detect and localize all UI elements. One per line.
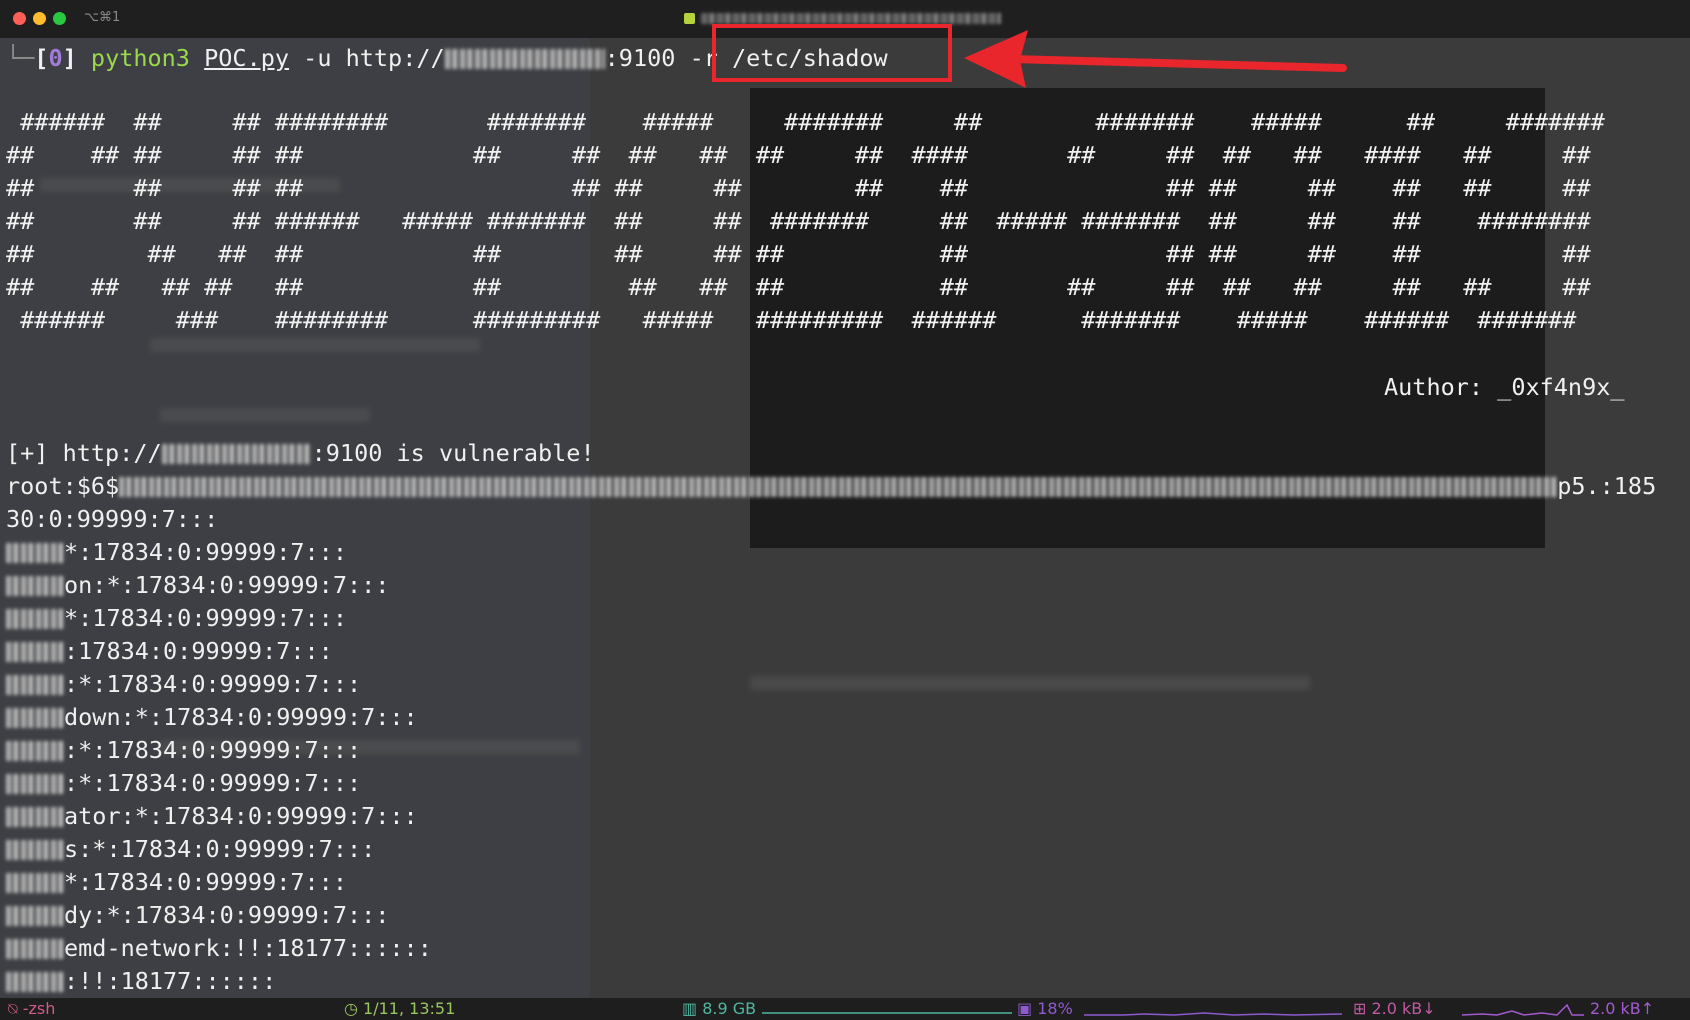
vuln-prefix: [+] http:// [6, 439, 162, 467]
command-file: POC.py [204, 44, 290, 72]
status-bar: ⍉ -zsh ◷ 1/11, 13:51 ▥ 8.9 GB ▣ 18% ⊞ 2.… [0, 998, 1690, 1020]
redacted-title [701, 12, 1001, 24]
status-cpu: ▣ 18% [1017, 999, 1073, 1018]
prompt-close-bracket: ] [62, 44, 77, 72]
status-net-down: ⊞ 2.0 kB↓ [1353, 999, 1436, 1018]
root-prefix: root:$6$ [6, 472, 120, 500]
status-time: ◷ 1/11, 13:51 [344, 999, 456, 1018]
shell-icon: ⍉ [8, 999, 23, 1018]
root-hash-line: root:$6$ p5.:185 [6, 472, 1656, 500]
prompt-branch: └─ [6, 44, 35, 72]
redacted-username [6, 741, 64, 761]
banner-line: ## ## ## ## ## ## ## ## ## ## ## ## ## #… [6, 273, 1591, 301]
window-shortcut: ⌥⌘1 [84, 10, 121, 25]
status-memory: ▥ 8.9 GB [682, 999, 757, 1018]
shadow-entry: :*:17834:0:99999:7::: [6, 769, 361, 797]
shadow-entry: s:*:17834:0:99999:7::: [6, 835, 375, 863]
banner-line: ###### ## ## ######## ####### ##### ####… [6, 108, 1605, 136]
cpu-icon: ▣ [1017, 999, 1038, 1018]
redacted-username [6, 840, 64, 860]
shadow-entry: :*:17834:0:99999:7::: [6, 736, 361, 764]
terminal-icon [684, 12, 695, 24]
shadow-entry: *:17834:0:99999:7::: [6, 538, 347, 566]
root-hash-continuation: 30:0:99999:7::: [6, 505, 219, 533]
highlight-box [712, 24, 952, 82]
shadow-entry: emd-network:!!:18177:::::: [6, 934, 432, 962]
redacted-ip [161, 444, 312, 464]
redacted-username [6, 576, 64, 596]
prompt-exit-code: 0 [48, 44, 63, 72]
redacted-username [6, 906, 64, 926]
author-credit: Author: _0xf4n9x_ [1384, 373, 1625, 401]
shadow-entry: :!!:18177:::::: [6, 967, 276, 995]
minimize-window-button[interactable] [33, 12, 46, 25]
redacted-hash [119, 477, 1558, 497]
zoom-window-button[interactable] [53, 12, 66, 25]
banner-line: ## ## ## ###### ##### ####### ## ## ####… [6, 207, 1591, 235]
shadow-entry: on:*:17834:0:99999:7::: [6, 571, 389, 599]
shadow-entry: down:*:17834:0:99999:7::: [6, 703, 418, 731]
redacted-username [6, 609, 64, 629]
prompt-open-bracket: [ [34, 44, 49, 72]
shadow-entry: :17834:0:99999:7::: [6, 637, 333, 665]
network-graph [1462, 1003, 1584, 1016]
shadow-entry: :*:17834:0:99999:7::: [6, 670, 361, 698]
redacted-username [6, 642, 64, 662]
clock-icon: ◷ [344, 999, 364, 1018]
redacted-username [6, 774, 64, 794]
shadow-entry: *:17834:0:99999:7::: [6, 604, 347, 632]
root-suffix: p5.:185 [1557, 472, 1657, 500]
cpu-graph [1084, 1012, 1342, 1016]
banner-line: ## ## ## ## ## ## ## ## ## ## ## ## ## #… [6, 174, 1591, 202]
shadow-entry: ator:*:17834:0:99999:7::: [6, 802, 418, 830]
close-window-button[interactable] [13, 12, 26, 25]
redacted-username [6, 972, 64, 992]
redacted-username [6, 543, 64, 563]
shadow-entry: dy:*:17834:0:99999:7::: [6, 901, 389, 929]
terminal-content[interactable]: └─[0] python3 POC.py -u http://:9100 -r … [0, 38, 1690, 1002]
command-url-flag: -u http:// [303, 44, 445, 72]
redacted-username [6, 939, 64, 959]
memory-icon: ▥ [682, 999, 703, 1018]
vulnerable-line: [+] http:// :9100 is vulnerable! [6, 439, 595, 467]
redacted-username [6, 873, 64, 893]
annotation-arrow-icon [964, 30, 1347, 88]
redacted-ip [444, 49, 605, 69]
redacted-username [6, 807, 64, 827]
status-shell: ⍉ -zsh [8, 999, 56, 1018]
shadow-entry: *:17834:0:99999:7::: [6, 868, 347, 896]
memory-graph [762, 1012, 1012, 1014]
vuln-suffix: :9100 is vulnerable! [311, 439, 595, 467]
banner-line: ## ## ## ## ## ## ## ## ## ## ## #### ##… [6, 141, 1591, 169]
banner-line: ###### ### ######## ######### ##### ####… [6, 306, 1577, 334]
redacted-username [6, 675, 64, 695]
network-icon: ⊞ [1353, 999, 1372, 1018]
command-python: python3 [90, 44, 190, 72]
redacted-username [6, 708, 64, 728]
status-net-up: 2.0 kB↑ [1590, 999, 1655, 1018]
command-port: :9100 [604, 44, 676, 72]
banner-line: ## ## ## ## ## ## ## ## ## ## ## ## ## #… [6, 240, 1591, 268]
terminal-window: ⌥⌘1 └─[0] python3 POC.py -u http:// :9100… [0, 0, 1690, 1020]
